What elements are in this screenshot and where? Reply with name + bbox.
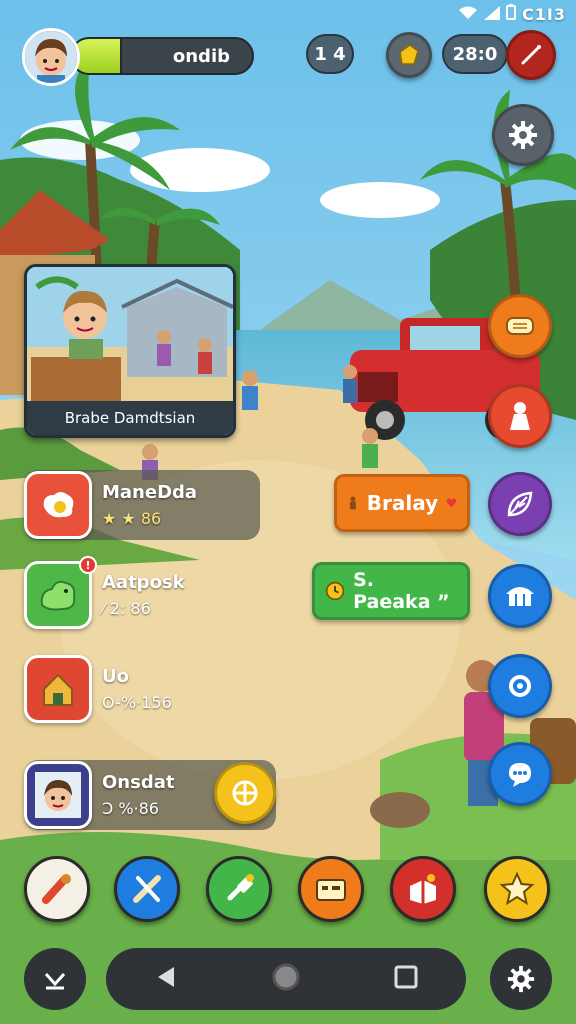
quest-title: Onsdat (102, 772, 175, 793)
gear-icon (509, 121, 537, 149)
wand-icon (521, 45, 541, 65)
chat-button[interactable] (488, 742, 552, 806)
quest-row[interactable]: ! Aatposk ⁄ 2: 86 (24, 556, 185, 630)
arrow-down-icon (44, 972, 66, 990)
search-icon (509, 675, 531, 697)
speak-action-button[interactable]: S. Paeaka ” (312, 562, 470, 620)
quest-reward: Ↄ %·86 (102, 799, 159, 818)
signal-icon (484, 5, 501, 24)
event-card[interactable]: Brabe Damdtsian (24, 264, 236, 438)
system-nav-bar (106, 948, 466, 1010)
xp-progress-bar: ondib (70, 37, 254, 75)
quest-reward: O-%·156 (102, 693, 172, 712)
level-counter-value: 1 4 (314, 43, 346, 65)
claim-button[interactable] (214, 762, 276, 824)
settings-button[interactable] (492, 104, 554, 166)
wifi-icon (458, 5, 478, 24)
quest-reward: ★ ★ 86 (102, 509, 162, 528)
quest-reward: ⁄ 2: 86 (102, 599, 151, 618)
recents-icon[interactable] (392, 963, 420, 995)
quest-title: Uo (102, 666, 129, 687)
dock-chest-button[interactable] (298, 856, 364, 922)
crosshair-icon (232, 780, 258, 806)
back-icon[interactable] (152, 963, 180, 995)
tools-button[interactable] (506, 30, 556, 80)
avatar-face-icon (25, 31, 77, 83)
chat-bubble-icon (509, 763, 531, 787)
egg-icon (24, 471, 92, 539)
dino-icon: ! (24, 556, 97, 629)
star-icon (499, 871, 535, 906)
chest-icon (316, 879, 346, 901)
event-card-caption: Brabe Damdtsian (27, 401, 233, 435)
dock-plug-button[interactable] (206, 856, 272, 922)
gear-icon (507, 965, 535, 993)
quest-title: Aatposk (102, 572, 185, 593)
villager-action-label: Bralay (366, 491, 439, 515)
plug-icon (227, 874, 254, 901)
home-icon[interactable] (271, 962, 301, 996)
level-counter[interactable]: 1 4 (306, 34, 354, 74)
battery-icon (506, 4, 517, 24)
quest-row[interactable]: ManeDda ★ ★ 86 (24, 470, 260, 540)
pawn-icon (510, 402, 530, 430)
event-card-illustration (27, 267, 233, 407)
bread-icon (506, 317, 534, 335)
status-bar: C1I3 (458, 4, 566, 24)
shop-icon (506, 587, 534, 606)
dock-tools-button[interactable] (114, 856, 180, 922)
hut-icon (24, 655, 92, 723)
heart-icon (446, 498, 457, 508)
quest-row[interactable]: Uo O-%·156 (24, 654, 184, 724)
clock-icon (325, 581, 345, 601)
dock-sausage-button[interactable] (24, 856, 90, 922)
chess-button[interactable] (488, 384, 552, 448)
sausage-icon (42, 874, 71, 904)
tools-icon (133, 875, 161, 903)
villager-avatar-icon (24, 761, 92, 829)
collapse-button[interactable] (24, 948, 86, 1010)
inventory-button[interactable] (386, 32, 432, 78)
player-avatar[interactable] (22, 28, 80, 86)
quest-title: ManeDda (102, 482, 198, 503)
dock-star-button[interactable] (484, 856, 550, 922)
gift-icon (410, 874, 436, 904)
leaf-icon (507, 491, 533, 517)
feather-button[interactable] (488, 472, 552, 536)
bread-button[interactable] (488, 294, 552, 358)
player-name: ondib (172, 46, 230, 67)
person-icon (349, 496, 356, 510)
gold-bag-icon (399, 44, 419, 65)
status-time: C1I3 (522, 4, 566, 24)
timer-value: 28:0 (452, 43, 498, 65)
nav-settings-button[interactable] (490, 948, 552, 1010)
shop-button[interactable] (488, 564, 552, 628)
villager-action-button[interactable]: Bralay (334, 474, 470, 532)
timer-display: 28:0 (442, 34, 508, 74)
dock-gift-button[interactable] (390, 856, 456, 922)
search-button[interactable] (488, 654, 552, 718)
notification-badge: ! (79, 556, 97, 574)
speak-action-label: S. Paeaka ” (353, 569, 450, 613)
